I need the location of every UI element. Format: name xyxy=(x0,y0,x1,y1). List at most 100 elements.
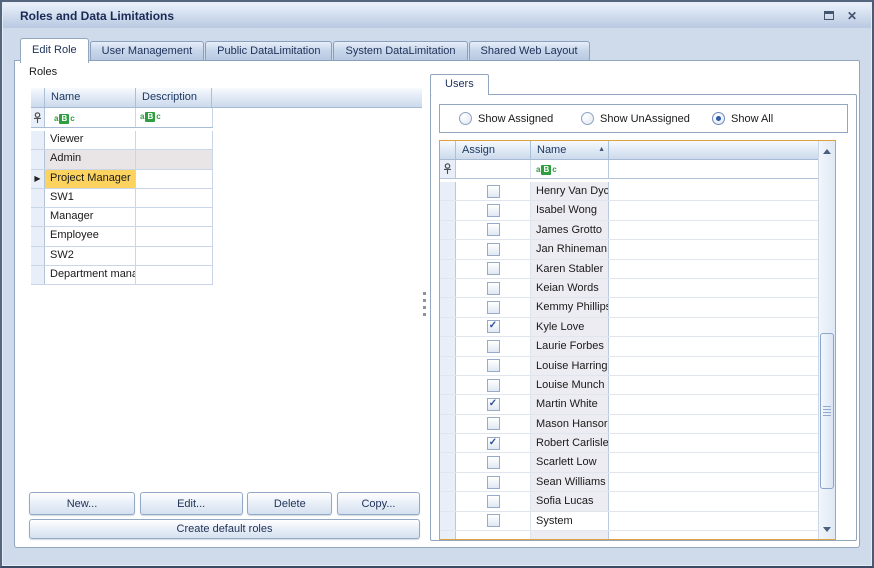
role-description-cell[interactable] xyxy=(136,131,213,149)
assign-checkbox[interactable] xyxy=(487,243,500,256)
assign-filter-cell[interactable] xyxy=(456,160,531,178)
scroll-down-button[interactable] xyxy=(819,521,835,537)
assign-cell[interactable] xyxy=(456,357,531,375)
assign-checkbox[interactable] xyxy=(487,185,500,198)
role-description-cell[interactable] xyxy=(136,266,213,284)
role-row[interactable]: SW1 xyxy=(31,189,213,208)
assign-cell[interactable] xyxy=(456,279,531,297)
user-row[interactable]: Henry Van Dyc xyxy=(440,182,818,201)
assign-checkbox[interactable] xyxy=(487,456,500,469)
role-row[interactable]: Admin xyxy=(31,150,213,169)
radio-show-unassigned[interactable]: Show UnAssigned xyxy=(581,112,712,125)
role-name-cell[interactable]: Department mana xyxy=(45,266,136,284)
role-name-cell[interactable]: Project Manager xyxy=(45,170,136,188)
user-name-cell[interactable]: Louise Munch xyxy=(531,376,609,394)
user-name-cell[interactable]: Sean Williams xyxy=(531,473,609,491)
assign-checkbox[interactable] xyxy=(487,340,500,353)
role-description-cell[interactable] xyxy=(136,208,213,226)
user-row[interactable]: Scarlett Low xyxy=(440,453,818,472)
maximize-button[interactable] xyxy=(822,9,836,23)
user-row[interactable]: System xyxy=(440,512,818,531)
role-row[interactable]: Viewer xyxy=(31,131,213,150)
role-description-cell[interactable] xyxy=(136,247,213,265)
assign-checkbox[interactable] xyxy=(487,495,500,508)
copy-role-button[interactable]: Copy... xyxy=(337,492,420,515)
assign-checkbox[interactable] xyxy=(487,204,500,217)
description-filter-cell[interactable]: aBc xyxy=(136,108,213,127)
tab-public-datalimitation[interactable]: Public DataLimitation xyxy=(205,41,332,61)
scrollbar-thumb[interactable] xyxy=(820,333,834,489)
assign-checkbox[interactable] xyxy=(487,514,500,527)
user-row[interactable]: Sean Williams xyxy=(440,473,818,492)
user-row[interactable]: Louise Harring xyxy=(440,357,818,376)
user-name-cell[interactable]: James Grotto xyxy=(531,221,609,239)
user-name-cell[interactable]: Scarlett Low xyxy=(531,453,609,471)
tab-edit-role[interactable]: Edit Role xyxy=(20,38,89,63)
assign-cell[interactable]: ✓ xyxy=(456,434,531,452)
assign-checkbox[interactable] xyxy=(487,359,500,372)
tab-users[interactable]: Users xyxy=(430,74,489,95)
radio-show-all[interactable]: Show All xyxy=(712,112,773,125)
user-name-cell[interactable]: Jan Rhineman xyxy=(531,240,609,258)
role-name-cell[interactable]: SW2 xyxy=(45,247,136,265)
delete-role-button[interactable]: Delete xyxy=(247,492,332,515)
assign-checkbox[interactable] xyxy=(487,223,500,236)
user-row[interactable]: Laurie Forbes xyxy=(440,337,818,356)
assign-checkbox[interactable] xyxy=(487,262,500,275)
user-name-cell[interactable]: Mason Hansor xyxy=(531,415,609,433)
role-description-cell[interactable] xyxy=(136,150,213,168)
assign-checkbox[interactable] xyxy=(487,282,500,295)
user-row[interactable]: Jan Rhineman xyxy=(440,240,818,259)
column-header-description[interactable]: Description xyxy=(136,88,212,107)
user-row[interactable]: James Grotto xyxy=(440,221,818,240)
assign-checkbox[interactable]: ✓ xyxy=(487,398,500,411)
user-name-cell[interactable]: Keian Words xyxy=(531,279,609,297)
user-row[interactable]: Mason Hansor xyxy=(440,415,818,434)
user-name-cell[interactable]: Louise Harring xyxy=(531,357,609,375)
user-row[interactable]: Isabel Wong xyxy=(440,201,818,220)
assign-checkbox[interactable]: ✓ xyxy=(487,320,500,333)
column-header-name[interactable]: Name ▲ xyxy=(531,141,609,159)
assign-cell[interactable] xyxy=(456,298,531,316)
user-row[interactable]: Louise Munch xyxy=(440,376,818,395)
assign-cell[interactable]: ✓ xyxy=(456,395,531,413)
assign-cell[interactable] xyxy=(456,221,531,239)
role-row[interactable]: Manager xyxy=(31,208,213,227)
tab-system-datalimitation[interactable]: System DataLimitation xyxy=(333,41,467,61)
tab-shared-web-layout[interactable]: Shared Web Layout xyxy=(469,41,590,61)
role-name-cell[interactable]: Admin xyxy=(45,150,136,168)
assign-cell[interactable]: ✓ xyxy=(456,318,531,336)
user-row[interactable]: ✓Martin White xyxy=(440,395,818,414)
name-filter-cell[interactable]: aBc xyxy=(531,160,609,178)
assign-cell[interactable] xyxy=(456,376,531,394)
user-name-cell[interactable]: Kyle Love xyxy=(531,318,609,336)
assign-cell[interactable] xyxy=(456,473,531,491)
create-default-roles-button[interactable]: Create default roles xyxy=(29,519,420,539)
assign-checkbox[interactable]: ✓ xyxy=(487,437,500,450)
splitter-handle[interactable] xyxy=(422,292,427,324)
assign-cell[interactable] xyxy=(456,182,531,200)
tab-user-management[interactable]: User Management xyxy=(90,41,205,61)
users-auto-filter-row[interactable]: aBc xyxy=(440,160,818,179)
user-row[interactable]: Kemmy Phillips xyxy=(440,298,818,317)
role-name-cell[interactable]: Viewer xyxy=(45,131,136,149)
assign-checkbox[interactable] xyxy=(487,476,500,489)
name-filter-cell[interactable]: aBc xyxy=(45,108,136,127)
user-name-cell[interactable]: Kemmy Phillips xyxy=(531,298,609,316)
assign-cell[interactable] xyxy=(456,492,531,510)
role-row[interactable]: ▶Project Manager xyxy=(31,170,213,189)
assign-cell[interactable] xyxy=(456,240,531,258)
user-name-cell[interactable]: System xyxy=(531,512,609,530)
role-row[interactable]: SW2 xyxy=(31,247,213,266)
assign-cell[interactable] xyxy=(456,201,531,219)
new-role-button[interactable]: New... xyxy=(29,492,135,515)
role-description-cell[interactable] xyxy=(136,170,213,188)
role-name-cell[interactable]: Manager xyxy=(45,208,136,226)
users-scrollbar[interactable] xyxy=(818,141,835,539)
title-bar[interactable]: Roles and Data Limitations ✕ xyxy=(3,3,871,28)
user-row[interactable]: Keian Words xyxy=(440,279,818,298)
role-description-cell[interactable] xyxy=(136,227,213,245)
assign-checkbox[interactable] xyxy=(487,379,500,392)
assign-cell[interactable] xyxy=(456,337,531,355)
user-name-cell[interactable]: Isabel Wong xyxy=(531,201,609,219)
